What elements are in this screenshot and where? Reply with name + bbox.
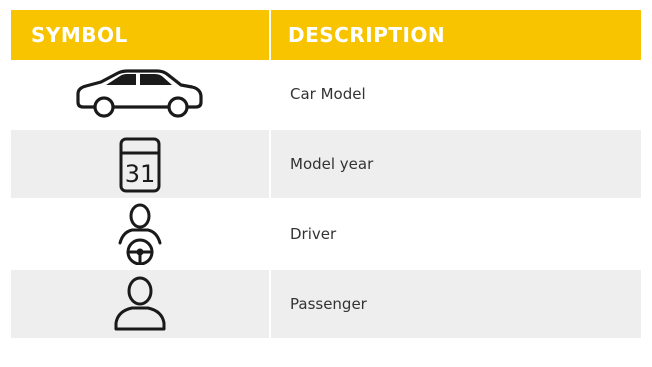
description-cell: Driver	[269, 200, 641, 268]
table-row: Passenger	[11, 270, 641, 338]
description-column-header: DESCRIPTION	[269, 10, 641, 60]
symbol-cell	[11, 270, 269, 338]
car-icon	[76, 69, 203, 118]
description-cell: Passenger	[269, 270, 641, 338]
driver-icon	[118, 203, 162, 265]
calendar-day-number: 31	[125, 160, 156, 188]
symbol-column-header: SYMBOL	[31, 23, 128, 47]
symbol-legend-table: SYMBOL DESCRIPTION Car Model 31 Model ye…	[11, 10, 641, 338]
symbol-cell	[11, 200, 269, 268]
table-row: Car Model	[11, 60, 641, 128]
table-row: 31 Model year	[11, 130, 641, 198]
table-row: Driver	[11, 200, 641, 268]
symbol-cell: 31	[11, 130, 269, 198]
description-cell: Model year	[269, 130, 641, 198]
table-header: SYMBOL DESCRIPTION	[11, 10, 641, 60]
symbol-cell	[11, 60, 269, 128]
calendar-icon: 31	[119, 137, 161, 193]
description-cell: Car Model	[269, 60, 641, 128]
passenger-icon	[114, 276, 166, 331]
